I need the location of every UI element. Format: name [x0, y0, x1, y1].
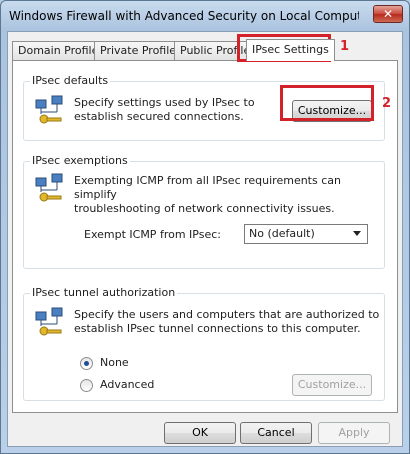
ipsec-exemptions-group: IPsec exemptions Exempting ICMP from all…: [23, 154, 385, 269]
window-title: Windows Firewall with Advanced Security …: [9, 9, 359, 23]
cancel-button[interactable]: Cancel: [240, 422, 312, 444]
tab-domain-profile[interactable]: Domain Profile: [12, 41, 105, 60]
tab-ipsec-settings[interactable]: IPsec Settings: [246, 39, 335, 61]
annotation-step-2: 2: [382, 96, 392, 111]
exempt-icmp-value: No (default): [249, 227, 315, 240]
tunnel-customize-button[interactable]: Customize...: [292, 374, 372, 396]
network-key-icon: [35, 173, 63, 202]
radio-advanced-button[interactable]: [80, 379, 93, 392]
radio-none-label: None: [100, 356, 129, 369]
close-icon: ✕: [382, 7, 394, 21]
chevron-down-icon: [353, 231, 361, 236]
radio-none-button[interactable]: [80, 357, 93, 370]
tab-private-profile[interactable]: Private Profile: [94, 41, 183, 60]
dialog-window: Windows Firewall with Advanced Security …: [0, 0, 410, 454]
radio-advanced-label: Advanced: [100, 378, 155, 391]
tunnel-authorization-description: Specify the users and computers that are…: [74, 308, 380, 335]
network-key-icon: [35, 95, 63, 124]
exempt-icmp-select[interactable]: No (default): [244, 224, 368, 244]
ok-button[interactable]: OK: [164, 422, 236, 444]
tunnel-authorization-group: IPsec tunnel authorization Specify the u…: [23, 286, 385, 401]
close-button[interactable]: ✕: [373, 5, 403, 23]
title-bar[interactable]: Windows Firewall with Advanced Security …: [1, 1, 409, 31]
ipsec-exemptions-description: Exempting ICMP from all IPsec requiremen…: [74, 174, 341, 215]
ipsec-defaults-description: Specify settings used by IPsec to establ…: [74, 96, 255, 123]
ipsec-exemptions-title: IPsec exemptions: [30, 154, 130, 167]
ipsec-defaults-title: IPsec defaults: [30, 74, 111, 87]
apply-button[interactable]: Apply: [318, 422, 390, 444]
annotation-step-1: 1: [340, 39, 350, 54]
tunnel-authorization-title: IPsec tunnel authorization: [30, 286, 178, 299]
highlight-customize-button: [280, 85, 374, 121]
network-key-icon: [35, 307, 63, 336]
exempt-icmp-label: Exempt ICMP from IPsec:: [84, 228, 221, 241]
